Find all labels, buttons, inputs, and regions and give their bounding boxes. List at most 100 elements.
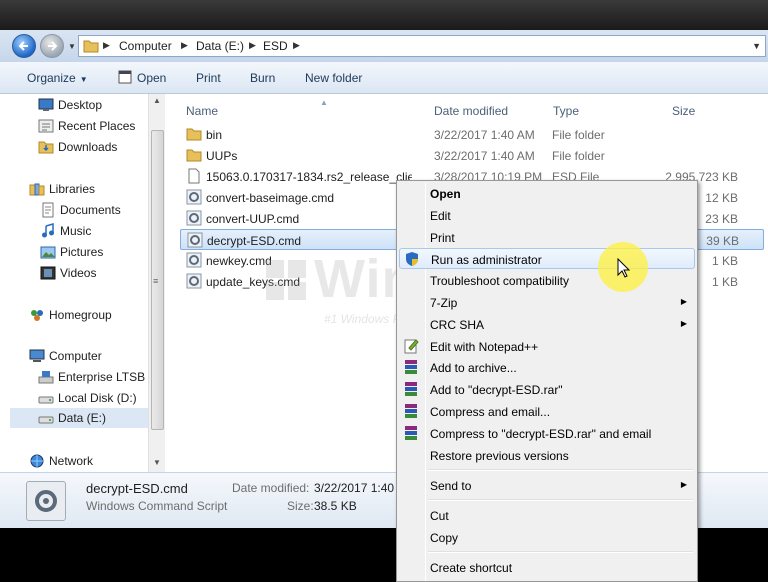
- file-row-bin[interactable]: bin 3/22/2017 1:40 AM File folder: [180, 124, 764, 145]
- new-folder-button[interactable]: New folder: [305, 71, 362, 85]
- drive-icon: [38, 416, 54, 424]
- notepadpp-icon: [404, 339, 419, 354]
- details-size-value: 38.5 KB: [314, 499, 357, 513]
- breadcrumb-data-e[interactable]: Data (E:): [196, 39, 244, 53]
- menu-label: Cut: [430, 509, 449, 523]
- nav-label: Libraries: [49, 182, 96, 196]
- file-date: 3/22/2017 1:40 AM: [434, 149, 535, 163]
- burn-button[interactable]: Burn: [250, 71, 275, 85]
- command-bar: Organize ▼ Open Print Burn New folder: [0, 62, 768, 94]
- arrow-right-icon: [48, 41, 58, 51]
- menu-item-7zip[interactable]: 7-Zip ▶: [399, 292, 695, 313]
- column-type-label: Type: [553, 104, 580, 118]
- column-date-label: Date modified: [434, 104, 509, 118]
- details-size-label: Size:: [287, 499, 314, 513]
- forward-button[interactable]: [40, 34, 64, 58]
- title-bar[interactable]: [0, 0, 768, 30]
- menu-separator: [428, 551, 693, 553]
- menu-item-send-to[interactable]: Send to ▶: [399, 475, 695, 496]
- blank-file-icon: [188, 168, 200, 184]
- chevron-right-icon[interactable]: ▶: [181, 40, 188, 51]
- winrar-icon: [405, 404, 417, 418]
- chevron-right-icon[interactable]: ▶: [293, 40, 300, 51]
- sort-ascending-icon: ▲: [320, 98, 328, 107]
- scroll-up-icon[interactable]: ▲: [153, 96, 161, 105]
- open-label: Open: [137, 71, 167, 85]
- open-button[interactable]: Open: [118, 70, 167, 85]
- menu-item-troubleshoot-compatibility[interactable]: Troubleshoot compatibility: [399, 270, 695, 291]
- file-type: File folder: [552, 149, 605, 163]
- nav-label: Music: [60, 224, 92, 238]
- menu-item-edit-notepadpp[interactable]: Edit with Notepad++: [399, 336, 695, 357]
- menu-label: Edit: [430, 209, 451, 223]
- address-bar[interactable]: ▶ Computer ▶ Data (E:) ▶ ESD ▶ ▼: [78, 35, 766, 57]
- nav-label: Desktop: [58, 98, 103, 112]
- menu-label: 7-Zip: [430, 296, 458, 310]
- menu-label: Troubleshoot compatibility: [430, 274, 569, 288]
- nav-label: Pictures: [60, 245, 104, 259]
- menu-item-print[interactable]: Print: [399, 227, 695, 248]
- details-date-label: Date modified:: [232, 481, 310, 495]
- music-icon: [42, 223, 54, 238]
- navigation-pane: Desktop Recent Places Downloads Librarie…: [0, 94, 165, 472]
- menu-item-add-to-rar[interactable]: Add to "decrypt-ESD.rar": [399, 379, 695, 400]
- menu-label: Print: [430, 231, 455, 245]
- menu-label: Open: [430, 187, 461, 201]
- uac-shield-icon: [406, 252, 418, 266]
- menu-item-edit[interactable]: Edit: [399, 205, 695, 226]
- chevron-right-icon[interactable]: ▶: [249, 40, 256, 51]
- organize-button[interactable]: Organize ▼: [27, 71, 88, 85]
- cmd-script-large-icon: [26, 481, 66, 521]
- file-name: newkey.cmd: [206, 254, 272, 268]
- column-name-label: Name: [186, 104, 219, 118]
- menu-label: Add to archive...: [430, 361, 517, 375]
- cmd-script-icon: [186, 189, 202, 205]
- organize-label: Organize: [27, 71, 76, 85]
- menu-item-open[interactable]: Open: [399, 183, 695, 204]
- file-type: File folder: [552, 128, 605, 142]
- menu-item-compress-and-email[interactable]: Compress and email...: [399, 401, 695, 422]
- back-button[interactable]: [12, 34, 36, 58]
- file-name: decrypt-ESD.cmd: [207, 234, 302, 248]
- menu-item-crc-sha[interactable]: CRC SHA ▶: [399, 314, 695, 335]
- desktop-icon: [38, 98, 54, 111]
- recent-places-icon: [38, 119, 54, 133]
- winrar-icon: [405, 382, 417, 396]
- menu-item-copy[interactable]: Copy: [399, 527, 695, 548]
- nav-label: Homegroup: [49, 308, 112, 322]
- nav-label: Data (E:): [58, 411, 107, 425]
- chevron-right-icon[interactable]: ▶: [103, 40, 110, 51]
- nav-item-data-e[interactable]: Data (E:): [10, 408, 148, 428]
- scroll-down-icon[interactable]: ▼: [153, 458, 161, 467]
- file-name: bin: [206, 128, 223, 142]
- documents-icon: [42, 202, 54, 218]
- recent-pages-dropdown-icon[interactable]: ▼: [68, 42, 76, 51]
- nav-scrollbar[interactable]: ▲ ≡ ▼: [148, 94, 165, 472]
- menu-label: Run as administrator: [431, 253, 542, 267]
- submenu-arrow-icon: ▶: [680, 319, 687, 328]
- file-name: 15063.0.170317-1834.rs2_release_clientc: [206, 170, 412, 184]
- print-button[interactable]: Print: [196, 71, 221, 85]
- context-menu: Open Edit Print Run as administrator Tro…: [396, 180, 698, 582]
- menu-separator: [428, 499, 693, 501]
- file-row-uups[interactable]: UUPs 3/22/2017 1:40 AM File folder: [180, 145, 764, 166]
- menu-label: Restore previous versions: [430, 449, 569, 463]
- menu-separator: [428, 469, 693, 471]
- menu-item-restore-previous-versions[interactable]: Restore previous versions: [399, 445, 695, 466]
- folder-icon: [186, 128, 202, 141]
- downloads-folder-icon: [38, 141, 54, 154]
- menu-item-compress-rar-email[interactable]: Compress to "decrypt-ESD.rar" and email: [399, 423, 695, 444]
- chevron-down-icon[interactable]: ▼: [752, 41, 761, 51]
- cmd-script-icon: [186, 273, 202, 289]
- menu-label: Edit with Notepad++: [430, 340, 539, 354]
- breadcrumb-computer[interactable]: Computer: [119, 39, 172, 53]
- nav-label: Network: [49, 454, 94, 468]
- menu-item-run-as-administrator[interactable]: Run as administrator: [399, 248, 695, 269]
- menu-item-add-to-archive[interactable]: Add to archive...: [399, 357, 695, 378]
- column-size-label: Size: [672, 104, 696, 118]
- menu-item-cut[interactable]: Cut: [399, 505, 695, 526]
- nav-label: Computer: [49, 349, 102, 363]
- menu-item-create-shortcut[interactable]: Create shortcut: [399, 557, 695, 578]
- cmd-script-icon: [187, 232, 203, 248]
- breadcrumb-esd[interactable]: ESD: [263, 39, 288, 53]
